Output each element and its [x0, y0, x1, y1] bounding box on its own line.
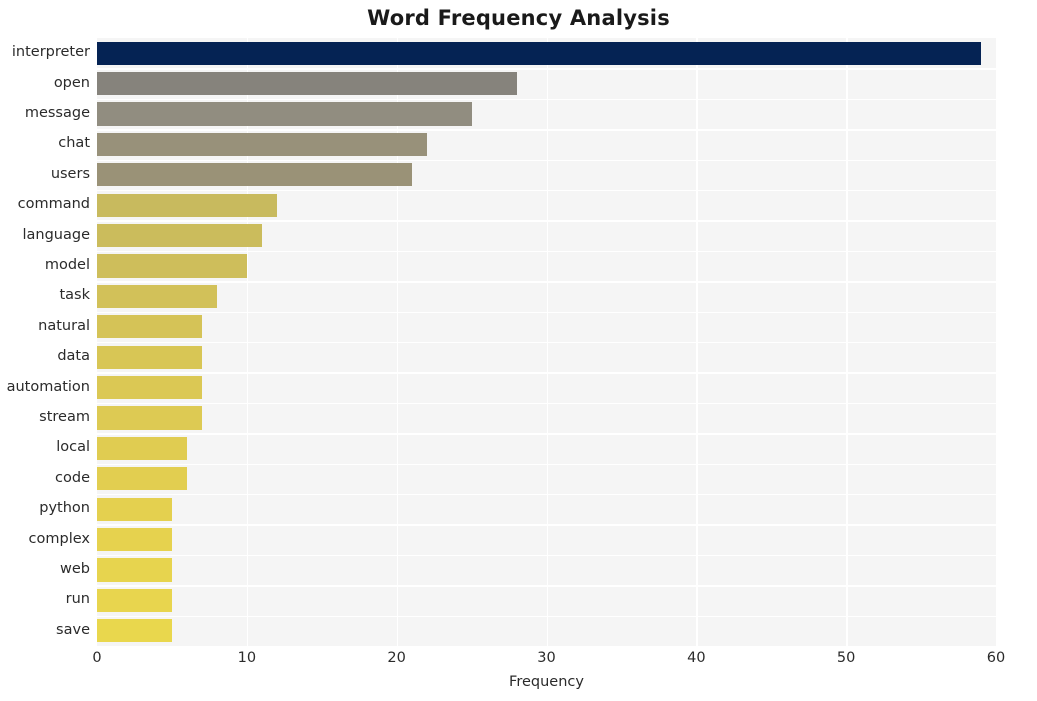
bar-users[interactable]	[97, 163, 412, 187]
row-separator	[97, 129, 996, 131]
bar-run[interactable]	[97, 588, 172, 612]
row-separator	[97, 402, 996, 405]
row-separator	[97, 311, 996, 313]
x-axis-tick-labels: 0 10 20 30 40 50 60	[0, 650, 1037, 674]
row-separator	[97, 190, 996, 192]
bar-complex[interactable]	[97, 528, 172, 552]
y-tick-label-stream: stream	[39, 409, 90, 425]
row-separator	[97, 463, 996, 465]
bar-save[interactable]	[97, 619, 172, 643]
bar-model[interactable]	[97, 254, 247, 278]
bar-local[interactable]	[97, 436, 187, 460]
bar-automation[interactable]	[97, 376, 202, 400]
bar-task[interactable]	[97, 284, 217, 308]
x-tick-label-10: 10	[237, 650, 257, 666]
row-separator	[97, 433, 996, 435]
y-tick-label-natural: natural	[38, 317, 90, 334]
row-separator	[97, 159, 996, 161]
y-tick-label-interpreter: interpreter	[11, 44, 90, 61]
x-tick-label-30: 30	[537, 650, 556, 666]
x-axis-title: Frequency	[509, 674, 584, 690]
row-separator	[97, 98, 996, 101]
y-tick-label-python: python	[39, 500, 90, 517]
row-separator	[97, 554, 996, 557]
y-tick-label-web: web	[60, 561, 90, 577]
y-tick-label-model: model	[44, 257, 90, 273]
row-separator	[97, 281, 996, 283]
bar-natural[interactable]	[97, 315, 202, 339]
bar-message[interactable]	[97, 102, 472, 126]
bar-command[interactable]	[97, 193, 277, 217]
row-separator	[97, 524, 996, 526]
row-separator	[97, 494, 996, 496]
plot-area	[97, 38, 996, 646]
bar-language[interactable]	[97, 224, 262, 248]
y-tick-label-language: language	[22, 226, 90, 243]
y-tick-label-complex: complex	[28, 530, 90, 547]
bar-code[interactable]	[97, 467, 187, 491]
x-tick-label-0: 0	[92, 650, 102, 666]
y-tick-label-message: message	[24, 105, 90, 121]
x-tick-label-40: 40	[687, 650, 706, 666]
row-separator	[97, 68, 996, 70]
y-tick-label-run: run	[65, 591, 90, 608]
bar-interpreter[interactable]	[97, 41, 982, 65]
word-frequency-bar-chart: Word Frequency Analysis interpreter open m…	[0, 0, 1037, 701]
bar-open[interactable]	[97, 72, 517, 96]
chart-title: Word Frequency Analysis	[367, 6, 670, 30]
row-separator	[97, 220, 996, 222]
y-tick-label-task: task	[59, 287, 90, 304]
y-tick-label-chat: chat	[58, 135, 90, 152]
y-axis-tick-labels: interpreter open message chat users command la…	[0, 38, 90, 646]
bar-python[interactable]	[97, 497, 172, 521]
bar-stream[interactable]	[97, 406, 202, 430]
bar-web[interactable]	[97, 558, 172, 582]
row-separator	[97, 615, 996, 617]
y-tick-label-code: code	[55, 469, 90, 486]
y-tick-label-users: users	[50, 165, 90, 182]
y-tick-label-save: save	[56, 621, 90, 638]
bar-data[interactable]	[97, 345, 202, 369]
y-tick-label-data: data	[57, 348, 90, 365]
x-tick-label-20: 20	[387, 650, 406, 666]
bar-chat[interactable]	[97, 132, 427, 156]
x-tick-label-50: 50	[836, 650, 856, 666]
row-separator	[97, 250, 996, 253]
row-separator	[97, 342, 996, 344]
x-tick-label-60: 60	[986, 650, 1006, 666]
y-tick-label-command: command	[17, 196, 90, 213]
y-tick-label-automation: automation	[6, 378, 90, 395]
row-separator	[97, 585, 996, 587]
y-tick-label-local: local	[56, 439, 90, 456]
row-separator	[97, 372, 996, 374]
y-tick-label-open: open	[53, 74, 90, 91]
